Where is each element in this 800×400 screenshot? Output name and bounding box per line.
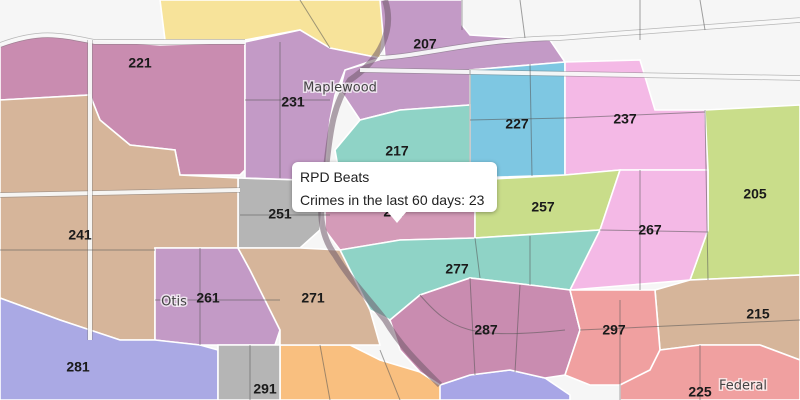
- beat-label-267: 267: [638, 222, 662, 238]
- beat-label-261: 261: [196, 290, 220, 306]
- beat-label-241: 241: [68, 227, 92, 243]
- beat-label-225: 225: [688, 384, 712, 400]
- place-label-otis: Otis: [161, 295, 187, 310]
- beat-info-popup[interactable]: RPD Beats Crimes in the last 60 days: 23: [292, 162, 497, 212]
- beat-label-205: 205: [743, 186, 767, 202]
- beat-label-271: 271: [301, 290, 325, 306]
- place-label-maplewood: Maplewood: [303, 81, 377, 96]
- beat-label-221: 221: [128, 55, 152, 71]
- popup-pointer: [387, 211, 407, 223]
- beat-label-251: 251: [268, 206, 292, 222]
- beat-label-297: 297: [602, 322, 626, 338]
- beat-label-287: 287: [474, 322, 498, 338]
- beat-label-281: 281: [66, 359, 90, 375]
- beat-label-257: 257: [531, 199, 555, 215]
- beat-label-277: 277: [445, 261, 469, 277]
- popup-detail: Crimes in the last 60 days: 23: [300, 192, 485, 208]
- beat-label-215: 215: [746, 306, 770, 322]
- beat-label-231: 231: [281, 94, 305, 110]
- beat-label-291: 291: [253, 381, 277, 397]
- beat-label-237: 237: [613, 111, 637, 127]
- beat-label-217: 217: [385, 143, 409, 159]
- popup-title: RPD Beats: [300, 169, 370, 185]
- beat-label-227: 227: [505, 116, 529, 132]
- place-label-federal: Federal: [719, 379, 767, 394]
- beat-label-207: 207: [413, 36, 437, 52]
